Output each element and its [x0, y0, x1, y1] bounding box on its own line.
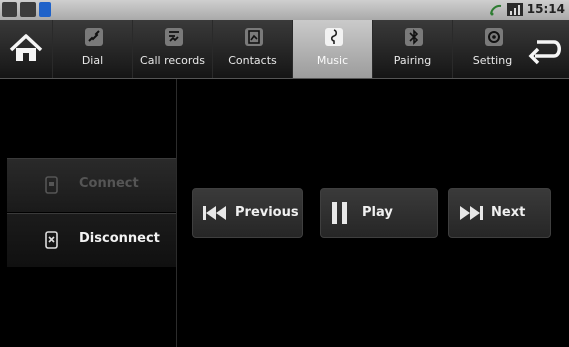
music-icon — [325, 28, 343, 46]
notification-icon — [20, 2, 36, 17]
tab-call-records[interactable]: Call records — [132, 20, 212, 78]
pause-icon — [332, 202, 347, 224]
previous-icon — [203, 206, 226, 220]
top-nav: Dial Call records Contacts Music Pairing — [0, 20, 569, 79]
clock: 15:14 — [526, 2, 565, 16]
tab-contacts[interactable]: Contacts — [212, 20, 292, 78]
call-records-icon — [165, 28, 183, 46]
next-button[interactable]: Next — [448, 188, 551, 238]
back-button[interactable] — [517, 20, 569, 78]
phone-disconnect-icon — [45, 231, 58, 249]
tab-pairing[interactable]: Pairing — [372, 20, 452, 78]
tab-music[interactable]: Music — [292, 20, 372, 78]
phone-device-icon — [45, 176, 58, 194]
status-bar: 15:14 — [0, 0, 569, 20]
previous-button[interactable]: Previous — [192, 188, 303, 238]
signal-icon — [507, 3, 523, 16]
phone-icon — [85, 28, 103, 46]
home-icon — [9, 34, 43, 61]
tab-dial[interactable]: Dial — [52, 20, 132, 78]
usb-icon — [2, 2, 17, 17]
tab-music-label: Music — [316, 54, 349, 67]
connect-label: Connect — [79, 176, 139, 191]
tab-contacts-label: Contacts — [228, 54, 277, 67]
contacts-icon — [245, 28, 263, 46]
connect-button[interactable]: Connect — [7, 158, 176, 212]
bluetooth-icon — [405, 28, 423, 46]
back-icon — [528, 40, 561, 65]
next-icon — [460, 206, 483, 220]
tab-pairing-label: Pairing — [393, 54, 432, 67]
gear-icon — [485, 28, 503, 46]
play-button[interactable]: Play — [320, 188, 438, 238]
home-button[interactable] — [0, 20, 52, 78]
disconnect-button[interactable]: Disconnect — [7, 213, 176, 267]
disconnect-label: Disconnect — [79, 231, 160, 246]
wifi-icon — [490, 4, 502, 16]
next-label: Next — [491, 205, 526, 220]
play-label: Play — [362, 205, 393, 220]
bluetooth-status-icon — [39, 2, 51, 17]
previous-label: Previous — [235, 205, 299, 220]
tab-call-records-label: Call records — [140, 54, 205, 67]
tab-dial-label: Dial — [81, 54, 104, 67]
